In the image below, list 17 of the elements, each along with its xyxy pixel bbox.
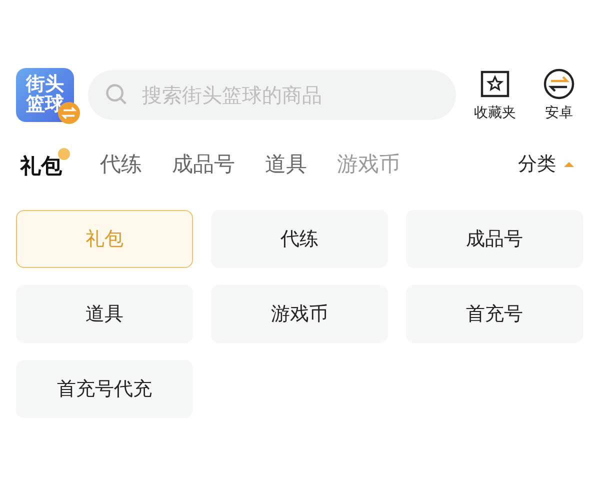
category-option[interactable]: 首充号代充 [16, 360, 193, 418]
category-option[interactable]: 游戏币 [211, 285, 388, 343]
category-option[interactable]: 代练 [211, 210, 388, 268]
category-option[interactable]: 成品号 [406, 210, 583, 268]
category-option[interactable]: 道具 [16, 285, 193, 343]
star-folder-icon [479, 68, 511, 100]
caret-icon [564, 161, 574, 167]
action-button[interactable]: 安卓 [534, 68, 584, 122]
category-tab[interactable]: 道具 [265, 148, 307, 180]
category-option[interactable]: 首充号 [406, 285, 583, 343]
category-tab[interactable]: 代练 [100, 148, 142, 180]
category-tab[interactable]: 礼包 [20, 148, 70, 180]
category-tab[interactable]: 成品号 [172, 148, 235, 180]
swap-icon [543, 68, 575, 100]
action-button[interactable]: 收藏夹 [470, 68, 520, 122]
category-toggle[interactable]: 分类 [518, 151, 574, 177]
app-name: 街头篮球 [26, 75, 64, 115]
